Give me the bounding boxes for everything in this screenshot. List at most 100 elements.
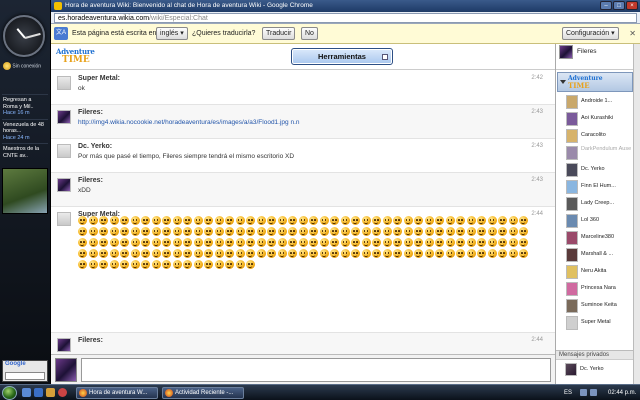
smiley-icon xyxy=(141,260,150,269)
user-list-item[interactable]: Neru Akita xyxy=(557,264,633,281)
desktop-icon[interactable] xyxy=(22,388,31,397)
language-indicator[interactable]: ES xyxy=(564,386,572,400)
message-username[interactable]: Fileres: xyxy=(78,109,103,116)
user-list-item[interactable]: Aoi Kurashiki xyxy=(557,111,633,128)
user-list-item[interactable]: Lol 360 xyxy=(557,213,633,230)
maximize-button[interactable]: □ xyxy=(613,1,625,10)
user-list-item[interactable]: Androide 1... xyxy=(557,94,633,111)
user-list-item[interactable]: Marceline380 xyxy=(557,230,633,247)
avatar[interactable] xyxy=(57,76,71,90)
avatar[interactable] xyxy=(57,338,71,352)
smiley-icon xyxy=(424,238,434,247)
user-list-item[interactable]: Marshall & ... xyxy=(557,247,633,264)
taskbar-item-chat[interactable]: Hora de aventura W... xyxy=(76,387,158,399)
avatar[interactable] xyxy=(57,110,71,124)
smiley-icon xyxy=(78,238,87,247)
google-search-input[interactable] xyxy=(5,372,45,380)
message-username[interactable]: Dc. Yerko: xyxy=(78,143,112,150)
ie-icon[interactable] xyxy=(34,388,43,397)
no-button[interactable]: No xyxy=(301,27,318,40)
smiley-icon xyxy=(141,249,150,258)
user-list-item[interactable]: Caracolito xyxy=(557,128,633,145)
window-controls: – □ × xyxy=(600,1,638,10)
smiley-icon xyxy=(298,227,308,236)
user-panel: Fileres Adventure TIME Androide 1... Aoi K… xyxy=(555,44,634,384)
smiley-icon xyxy=(151,216,161,225)
user-list-item[interactable]: Finn El Hum... xyxy=(557,179,633,196)
self-user[interactable]: Fileres xyxy=(556,44,634,70)
language-select[interactable]: inglés ▾ xyxy=(156,27,188,40)
tools-button[interactable]: Herramientas xyxy=(291,48,393,65)
smiley-icon xyxy=(393,238,402,247)
chat-input[interactable] xyxy=(81,358,551,382)
user-list-name: Dc. Yerko xyxy=(581,166,605,172)
close-button[interactable]: × xyxy=(626,1,638,10)
url-field[interactable]: es.horadeaventura.wikia.com/wiki/Especia… xyxy=(54,13,637,23)
smiley-icon xyxy=(109,216,119,225)
close-infobar-icon[interactable]: ✕ xyxy=(629,29,636,38)
feed-item[interactable]: Venezuela de 48 horas... Hace 24 m xyxy=(2,118,48,144)
smiley-icon xyxy=(309,216,318,225)
gadget-sidebar: Sin conexión Regresan a Roma y Mil.. Hace… xyxy=(0,0,51,384)
smiley-icon xyxy=(162,260,171,269)
translate-prompt: Esta página está escrita en xyxy=(72,30,157,37)
avatar[interactable] xyxy=(57,178,71,192)
user-list-item[interactable]: DarkPendulum Ausente xyxy=(557,145,633,162)
smiley-icon xyxy=(183,238,192,247)
room-header[interactable]: Adventure TIME xyxy=(557,72,633,92)
avatar xyxy=(566,112,578,126)
translate-question: ¿Quieres traducirla? xyxy=(192,30,256,37)
start-button[interactable] xyxy=(2,386,17,400)
network-icon[interactable] xyxy=(580,389,587,396)
message-username[interactable]: Super Metal: xyxy=(78,75,120,82)
pm-user[interactable]: Dc. Yerko xyxy=(556,362,634,378)
weather-text: Sin conexión xyxy=(12,63,42,70)
smiley-icon xyxy=(256,216,266,225)
message-link[interactable]: http://img4.wikia.nocookie.net/horadeave… xyxy=(78,119,300,126)
weather-gadget: Sin conexión xyxy=(3,62,47,82)
slideshow-gadget[interactable] xyxy=(2,168,48,214)
volume-icon[interactable] xyxy=(590,389,597,396)
smiley-icon xyxy=(120,238,129,247)
smiley-icon xyxy=(162,216,171,225)
system-clock[interactable]: 02:44 p.m. xyxy=(608,386,636,400)
user-list-item[interactable]: Lady Creep... xyxy=(557,196,633,213)
feed-item[interactable]: Regresan a Roma y Mil.. Hace 16 m xyxy=(2,94,48,119)
smiley-icon xyxy=(361,227,371,236)
smiley-icon xyxy=(508,216,518,225)
smiley-icon xyxy=(382,238,392,247)
taskbar-item-activity[interactable]: Actividad Reciente -... xyxy=(162,387,244,399)
smiley-icon xyxy=(498,216,507,225)
user-list-name: Neru Akita xyxy=(581,268,607,274)
avatar[interactable] xyxy=(57,144,71,158)
smiley-icon xyxy=(246,249,255,258)
smiley-icon xyxy=(372,227,381,236)
message-username[interactable]: Fileres: xyxy=(78,337,103,344)
avatar[interactable] xyxy=(57,212,71,226)
private-messages-header: Mensajes privados xyxy=(556,350,634,360)
avatar xyxy=(566,214,578,228)
minimize-button[interactable]: – xyxy=(600,1,612,10)
user-list-item[interactable]: Super Metal xyxy=(557,315,633,332)
smiley-icon xyxy=(403,227,413,236)
folder-icon[interactable] xyxy=(46,388,55,397)
user-list-item[interactable]: Suminoe Keita xyxy=(557,298,633,315)
user-list-item[interactable]: Princesa Nara xyxy=(557,281,633,298)
feed-item[interactable]: Maestros de la CNTE av.. xyxy=(2,143,48,161)
smiley-icon xyxy=(414,216,423,225)
wiki-logo[interactable]: Adventure TIME xyxy=(56,47,100,66)
smiley-icon xyxy=(288,249,297,258)
avatar xyxy=(566,146,578,160)
smiley-icon xyxy=(214,227,224,236)
page-scrollbar[interactable] xyxy=(633,44,640,384)
translate-button[interactable]: Traducir xyxy=(262,27,296,40)
smiley-icon xyxy=(130,249,140,258)
user-list-name: DarkPendulum Ausente xyxy=(581,146,631,152)
user-list-item[interactable]: Dc. Yerko xyxy=(557,162,633,179)
translate-config-button[interactable]: Configuración ▾ xyxy=(562,27,619,40)
user-list-name: Androide 1... xyxy=(581,98,613,104)
message-username[interactable]: Fileres: xyxy=(78,177,103,184)
chrome-icon[interactable] xyxy=(58,388,67,397)
smiley-icon xyxy=(120,249,129,258)
smiley-icon xyxy=(403,249,413,258)
